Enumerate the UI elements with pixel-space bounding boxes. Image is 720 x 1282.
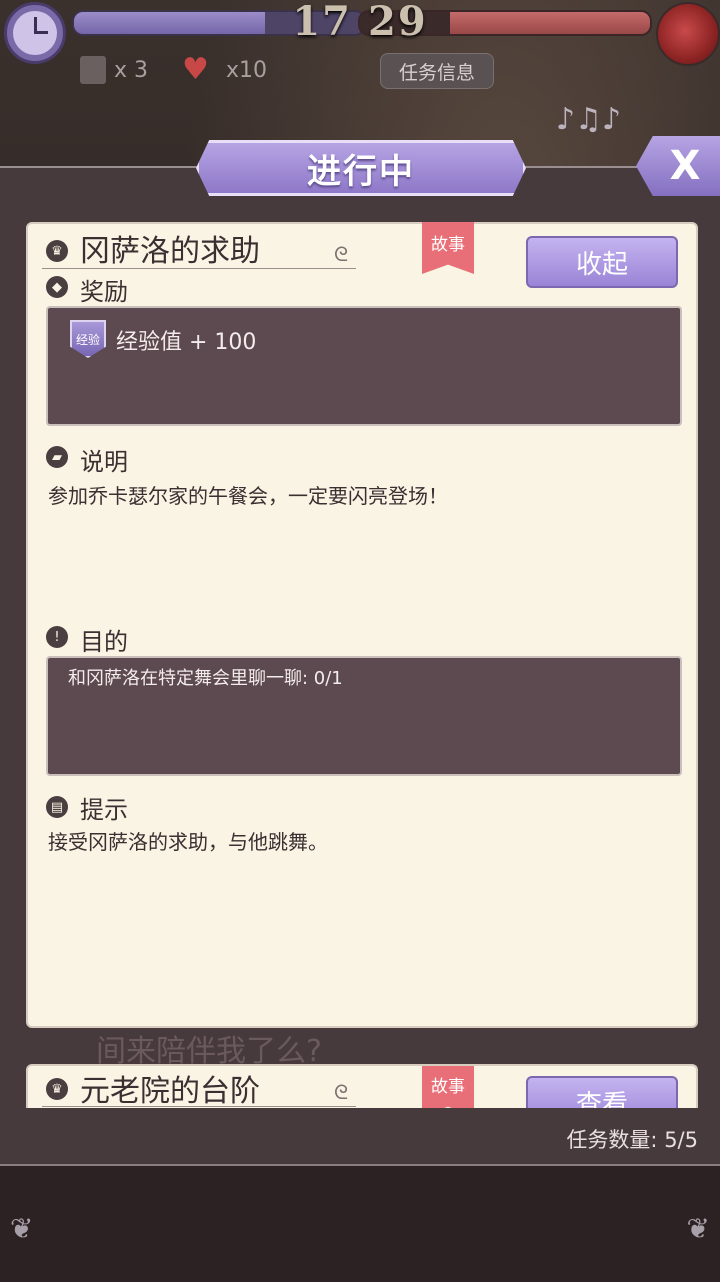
- crown-icon: ♛: [46, 1078, 68, 1100]
- hint-text: 接受冈萨洛的求助，与他跳舞。: [48, 830, 328, 854]
- goal-text: 和冈萨洛在特定舞会里聊一聊: 0/1: [68, 668, 343, 689]
- reward-icon: ◆: [46, 276, 68, 298]
- view-button[interactable]: 查看: [526, 1076, 678, 1108]
- score-display: 17 29: [280, 0, 440, 45]
- scroll-count: x 3: [114, 57, 149, 83]
- exp-badge-icon: 经验: [70, 320, 106, 358]
- description-label: 说明: [80, 448, 128, 476]
- heart-icon: ♥: [182, 52, 209, 87]
- heart-counter: ♥ x10: [182, 54, 267, 86]
- modal-title: 进行中: [307, 151, 415, 192]
- quest-title: 元老院的台阶: [80, 1074, 260, 1108]
- description-icon: ▰: [46, 446, 68, 468]
- reward-text: 经验值 + 100: [116, 330, 257, 355]
- quest-card-collapsed[interactable]: ♛ 元老院的台阶 ᘓ 故事 查看: [26, 1064, 698, 1108]
- corner-ornament-icon: ❦: [686, 1212, 710, 1245]
- corner-ornament-icon: ❦: [10, 1212, 34, 1245]
- quest-count: 任务数量: 5/5: [566, 1128, 698, 1152]
- goal-label: 目的: [80, 628, 128, 656]
- quest-title: 冈萨洛的求助: [80, 234, 260, 269]
- collapse-button[interactable]: 收起: [526, 236, 678, 288]
- scroll-icon: [80, 56, 106, 84]
- quest-card-expanded: ♛ 冈萨洛的求助 ᘓ 故事 收起 ◆ 奖励 经验 经验值 + 100 ▰ 说明 …: [26, 222, 698, 1028]
- score-right: 29: [368, 0, 428, 45]
- close-button[interactable]: X: [636, 136, 720, 196]
- swirl-ornament-icon: ᘓ: [334, 242, 349, 266]
- description-text: 参加乔卡瑟尔家的午餐会，一定要闪亮登场！: [48, 484, 448, 508]
- hint-label: 提示: [80, 796, 128, 824]
- reward-label: 奖励: [80, 278, 128, 306]
- close-icon: X: [669, 143, 701, 189]
- goal-box: 和冈萨洛在特定舞会里聊一聊: 0/1: [46, 656, 682, 776]
- title-divider: [42, 1106, 356, 1107]
- music-notes-icon: ♪♫♪: [556, 102, 622, 137]
- rose-icon: [656, 2, 720, 66]
- swirl-ornament-icon: ᘓ: [334, 1080, 349, 1104]
- reward-box: 经验 经验值 + 100: [46, 306, 682, 426]
- goal-icon: !: [46, 626, 68, 648]
- modal-title-banner: 进行中: [196, 140, 526, 196]
- clock-icon: [4, 2, 66, 64]
- title-divider: [42, 268, 356, 269]
- story-tag: 故事: [422, 222, 474, 274]
- scroll-counter: x 3: [80, 54, 148, 86]
- top-hud: 17 29 x 3 ♥ x10 任务信息: [0, 0, 720, 110]
- score-left: 17: [292, 0, 352, 45]
- story-tag: 故事: [422, 1066, 474, 1108]
- bottom-band: ❦ ❦: [0, 1164, 720, 1282]
- crown-icon: ♛: [46, 240, 68, 262]
- task-info-button[interactable]: 任务信息: [380, 53, 494, 89]
- hint-icon: ▤: [46, 796, 68, 818]
- heart-count: x10: [226, 57, 268, 83]
